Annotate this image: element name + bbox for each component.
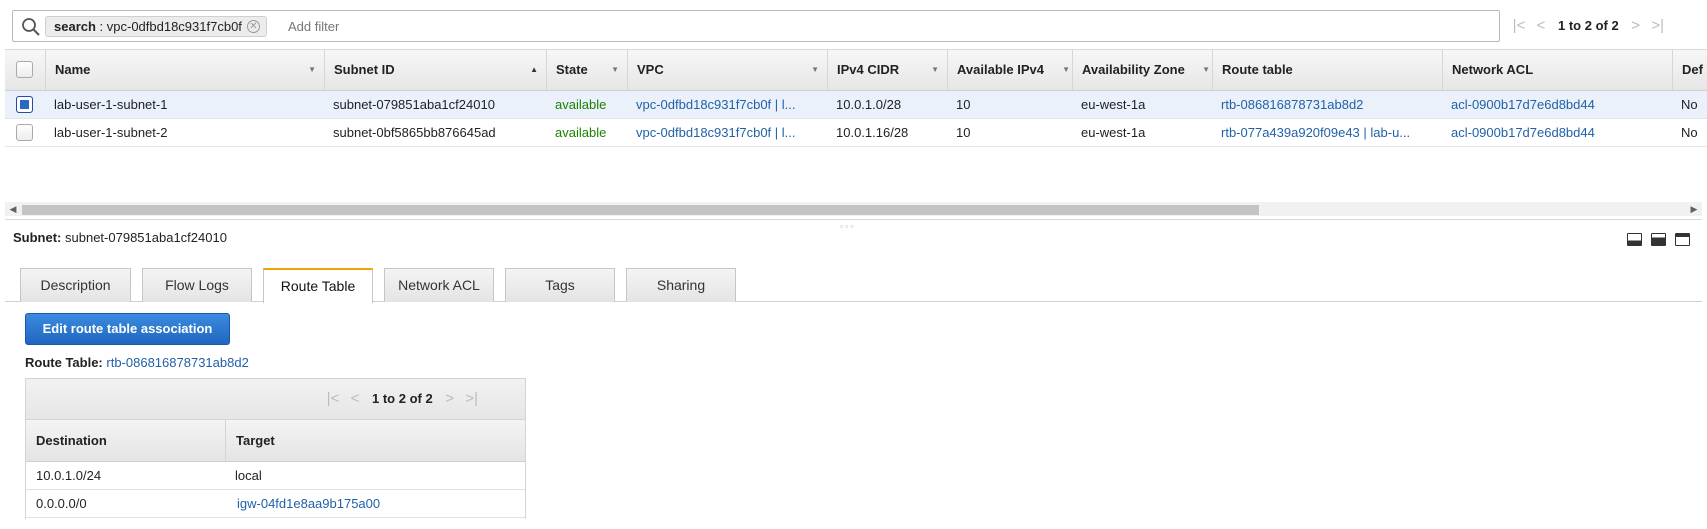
column-subnet-id[interactable]: Subnet ID ▲ bbox=[324, 50, 546, 90]
cell-vpc-link[interactable]: vpc-0dfbd18c931f7cb0f | l... bbox=[627, 91, 827, 118]
column-destination[interactable]: Destination bbox=[26, 420, 225, 461]
scroll-right-icon[interactable]: ▶ bbox=[1688, 203, 1700, 215]
subnet-label: Subnet: bbox=[13, 230, 62, 245]
scroll-left-icon[interactable]: ◀ bbox=[7, 203, 19, 215]
cell-available-ipv4: 10 bbox=[956, 125, 971, 140]
column-route-table[interactable]: Route table bbox=[1212, 50, 1442, 90]
sort-asc-icon: ▲ bbox=[530, 65, 538, 74]
subnets-table-header: Name ▼ Subnet ID ▲ State ▼ VPC ▼ IPv4 CIDR ▼ … bbox=[5, 49, 1707, 91]
subnet-value: subnet-079851aba1cf24010 bbox=[65, 230, 227, 245]
route-table-field: Route Table: rtb-086816878731ab8d2 bbox=[25, 355, 249, 370]
cell-az: eu-west-1a bbox=[1081, 125, 1146, 140]
next-page-icon[interactable]: > bbox=[1625, 16, 1647, 36]
sort-icon: ▼ bbox=[611, 65, 619, 74]
routes-table: |< <1 to 2 of 2 > >| Destination Target 10.… bbox=[25, 378, 526, 519]
row-checkbox[interactable] bbox=[16, 96, 33, 113]
edit-route-table-association-button[interactable]: Edit route table association bbox=[25, 313, 230, 345]
tab-description[interactable]: Description bbox=[20, 268, 131, 302]
cell-name: lab-user-1-subnet-1 bbox=[54, 97, 168, 112]
cell-vpc-link[interactable]: vpc-0dfbd18c931f7cb0f | l... bbox=[627, 119, 827, 146]
row-checkbox[interactable] bbox=[16, 124, 33, 141]
select-all-checkbox[interactable] bbox=[16, 61, 33, 78]
cell-az: eu-west-1a bbox=[1081, 97, 1146, 112]
pager-text: 1 to 2 of 2 bbox=[372, 391, 433, 406]
route-row: 0.0.0.0/0 igw-04fd1e8aa9b175a00 bbox=[26, 490, 525, 518]
panel-divider[interactable] bbox=[5, 219, 1702, 220]
tab-flow-logs[interactable]: Flow Logs bbox=[142, 268, 252, 302]
route-target: local bbox=[235, 468, 262, 483]
first-page-icon[interactable]: |< bbox=[1508, 16, 1530, 36]
column-default[interactable]: Def bbox=[1672, 50, 1707, 90]
column-availability-zone[interactable]: Availability Zone ▼ bbox=[1072, 50, 1212, 90]
cell-default: No bbox=[1681, 97, 1698, 112]
last-page-icon[interactable]: >| bbox=[1647, 16, 1669, 36]
route-table-label: Route Table: bbox=[25, 355, 103, 370]
cell-subnet-id: subnet-079851aba1cf24010 bbox=[333, 97, 495, 112]
table-pager: |< <1 to 2 of 2 > >| bbox=[1508, 16, 1669, 36]
route-target-link[interactable]: igw-04fd1e8aa9b175a00 bbox=[227, 490, 380, 517]
horizontal-scrollbar[interactable]: ◀ ▶ bbox=[5, 202, 1702, 216]
cell-route-table-link[interactable]: rtb-077a439a920f09e43 | lab-u... bbox=[1212, 119, 1437, 146]
layout-bottom-panel-icon[interactable] bbox=[1627, 233, 1642, 246]
route-row: 10.0.1.0/24 local bbox=[26, 462, 525, 490]
cell-network-acl-link[interactable]: acl-0900b17d7e6d8bd44 bbox=[1442, 119, 1672, 146]
tab-route-table[interactable]: Route Table bbox=[263, 268, 373, 303]
sort-icon: ▼ bbox=[308, 65, 316, 74]
scrollbar-thumb[interactable] bbox=[22, 205, 1259, 215]
cell-route-table-link[interactable]: rtb-086816878731ab8d2 bbox=[1212, 91, 1442, 118]
routes-table-toolbar: |< <1 to 2 of 2 > >| bbox=[26, 379, 525, 420]
first-page-icon[interactable]: |< bbox=[322, 389, 344, 409]
filter-token[interactable]: search : vpc-0dfbd18c931f7cb0f ✕ bbox=[45, 16, 267, 37]
sort-icon: ▼ bbox=[811, 65, 819, 74]
add-filter-input[interactable]: Add filter bbox=[288, 18, 339, 36]
filter-bar[interactable]: search : vpc-0dfbd18c931f7cb0f ✕ Add fil… bbox=[12, 10, 1500, 42]
routes-table-header: Destination Target bbox=[26, 420, 525, 462]
routes-pager: |< <1 to 2 of 2 > >| bbox=[322, 389, 483, 409]
resize-grip-icon[interactable]: ▫▫▫ bbox=[840, 221, 856, 231]
tab-network-acl[interactable]: Network ACL bbox=[384, 268, 494, 302]
cell-cidr: 10.0.1.0/28 bbox=[836, 97, 902, 112]
sort-icon: ▼ bbox=[1202, 65, 1210, 74]
pager-text: 1 to 2 of 2 bbox=[1558, 18, 1619, 33]
table-row[interactable]: lab-user-1-subnet-2 subnet-0bf5865bb8766… bbox=[5, 119, 1707, 147]
prev-page-icon[interactable]: < bbox=[1530, 16, 1552, 36]
cell-default: No bbox=[1681, 125, 1698, 140]
sort-icon: ▼ bbox=[1062, 65, 1070, 74]
cell-network-acl-link[interactable]: acl-0900b17d7e6d8bd44 bbox=[1442, 91, 1672, 118]
column-ipv4-cidr[interactable]: IPv4 CIDR ▼ bbox=[827, 50, 947, 90]
column-network-acl[interactable]: Network ACL bbox=[1442, 50, 1672, 90]
last-page-icon[interactable]: >| bbox=[461, 389, 483, 409]
tab-tags[interactable]: Tags bbox=[505, 268, 615, 302]
cell-available-ipv4: 10 bbox=[956, 97, 971, 112]
route-table-link[interactable]: rtb-086816878731ab8d2 bbox=[106, 355, 248, 370]
layout-top-panel-icon[interactable] bbox=[1675, 233, 1690, 246]
route-destination: 10.0.1.0/24 bbox=[36, 468, 102, 483]
remove-filter-icon[interactable]: ✕ bbox=[246, 20, 260, 33]
sort-icon: ▼ bbox=[931, 65, 939, 74]
selected-subnet-label: Subnet: subnet-079851aba1cf24010 bbox=[13, 230, 227, 245]
route-destination: 0.0.0.0/0 bbox=[36, 496, 87, 511]
next-page-icon[interactable]: > bbox=[439, 389, 461, 409]
column-name[interactable]: Name ▼ bbox=[45, 50, 324, 90]
column-target[interactable]: Target bbox=[225, 420, 525, 461]
cell-name: lab-user-1-subnet-2 bbox=[54, 125, 168, 140]
filter-token-value: : vpc-0dfbd18c931f7cb0f bbox=[95, 19, 242, 34]
cell-state: available bbox=[555, 125, 607, 140]
cell-subnet-id: subnet-0bf5865bb876645ad bbox=[333, 125, 496, 140]
cell-cidr: 10.0.1.16/28 bbox=[836, 125, 909, 140]
search-icon bbox=[22, 18, 40, 36]
column-available-ipv4[interactable]: Available IPv4 ▼ bbox=[947, 50, 1072, 90]
prev-page-icon[interactable]: < bbox=[344, 389, 366, 409]
layout-split-panel-icon[interactable] bbox=[1651, 233, 1666, 246]
cell-state: available bbox=[555, 97, 607, 112]
column-vpc[interactable]: VPC ▼ bbox=[627, 50, 827, 90]
tab-sharing[interactable]: Sharing bbox=[626, 268, 736, 302]
table-row[interactable]: lab-user-1-subnet-1 subnet-079851aba1cf2… bbox=[5, 91, 1707, 119]
tab-underline bbox=[5, 301, 1702, 302]
filter-token-key: search bbox=[54, 19, 96, 34]
column-state[interactable]: State ▼ bbox=[546, 50, 627, 90]
